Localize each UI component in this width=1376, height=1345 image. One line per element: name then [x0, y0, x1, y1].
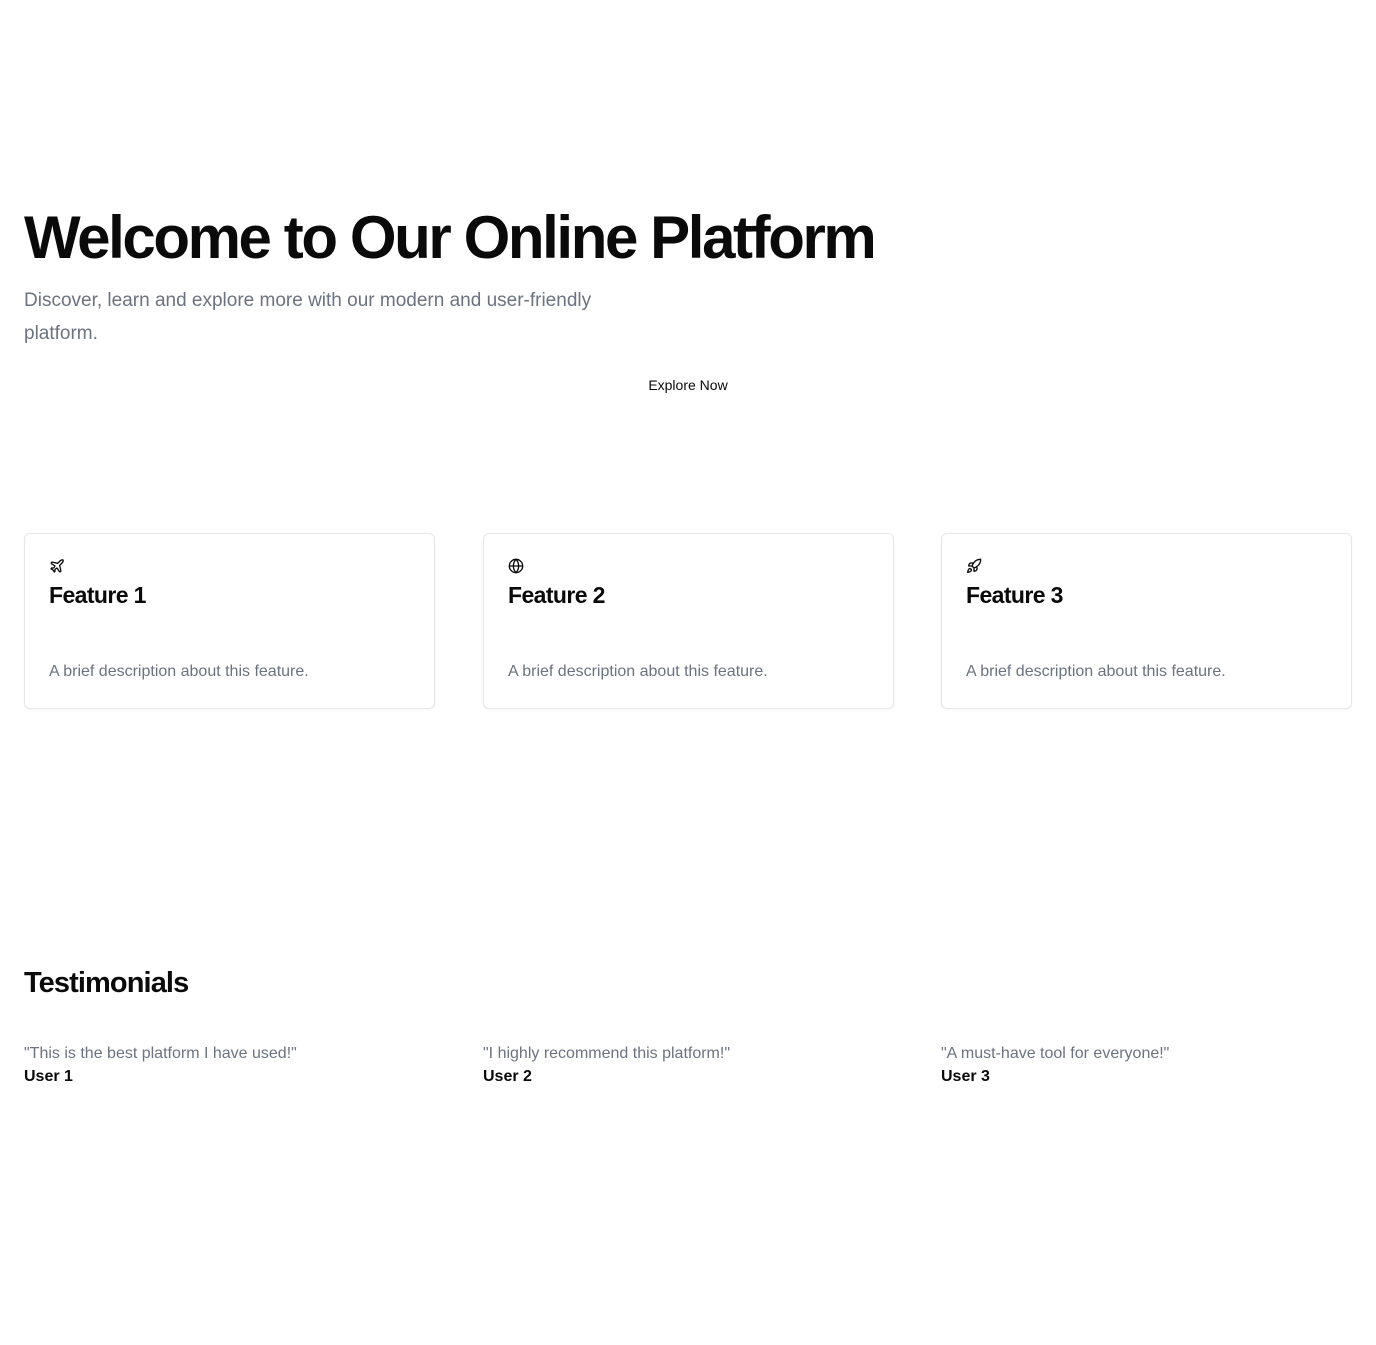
feature-card-1: Feature 1 A brief description about this…	[24, 533, 435, 709]
hero-title: Welcome to Our Online Platform	[24, 204, 877, 271]
hero-subtitle: Discover, learn and explore more with ou…	[24, 290, 592, 344]
testimonial-item: "I highly recommend this platform!" User…	[483, 1042, 893, 1088]
feature-card-2: Feature 2 A brief description about this…	[483, 533, 894, 709]
page: Welcome to Our Online Platform Discover,…	[0, 0, 1376, 1345]
rocket-icon	[966, 558, 982, 574]
testimonial-author: User 2	[483, 1068, 532, 1085]
plane-icon	[49, 558, 65, 574]
globe-icon	[508, 558, 524, 574]
features-section: Feature 1 A brief description about this…	[24, 533, 1352, 709]
testimonial-author: User 3	[941, 1068, 990, 1085]
feature-title: Feature 2	[508, 582, 605, 608]
testimonial-quote: "I highly recommend this platform!"	[483, 1045, 731, 1062]
hero-section: Welcome to Our Online Platform Discover,…	[24, 200, 1352, 393]
feature-description: A brief description about this feature.	[966, 663, 1226, 680]
feature-title: Feature 1	[49, 582, 146, 608]
testimonials-title: Testimonials	[24, 967, 189, 999]
testimonial-author: User 1	[24, 1068, 73, 1085]
testimonial-quote: "A must-have tool for everyone!"	[941, 1045, 1170, 1062]
feature-description: A brief description about this feature.	[508, 663, 768, 680]
feature-description: A brief description about this feature.	[49, 663, 309, 680]
testimonial-item: "This is the best platform I have used!"…	[24, 1042, 434, 1088]
feature-card-3: Feature 3 A brief description about this…	[941, 533, 1352, 709]
testimonial-item: "A must-have tool for everyone!" User 3	[941, 1042, 1351, 1088]
explore-now-button[interactable]: Explore Now	[644, 370, 732, 400]
feature-title: Feature 3	[966, 582, 1063, 608]
testimonial-quote: "This is the best platform I have used!"	[24, 1045, 297, 1062]
